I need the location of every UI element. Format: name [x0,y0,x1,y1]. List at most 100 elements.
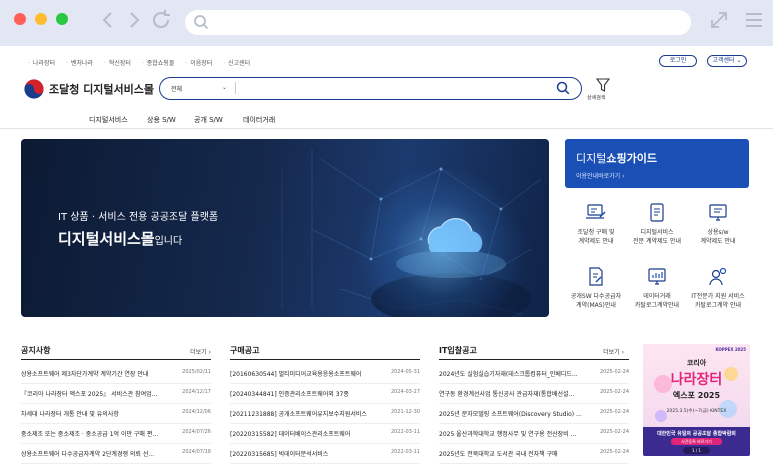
chevron-down-icon: ⌄ [736,57,742,64]
promo-pager[interactable]: 1 / 1 [683,447,710,454]
promo-badge: KOPPEX 2025 [715,347,746,352]
util-link-shopping[interactable]: 종합쇼핑몰 [142,60,175,67]
utility-bar: 나라장터 벤처나라 혁신장터 종합쇼핑몰 이음장터 신고센터 [0,46,773,74]
table-row[interactable]: 상용소프트웨어 다수공급자계약 2단계경쟁 의뢰 선... 2024/07/18 [21,444,211,464]
person-gear-icon [709,267,727,286]
row-title: [20220315582] 데이터베이스관리소프트웨어 [230,431,351,438]
filter-icon[interactable] [592,78,614,93]
shopping-guide-card[interactable]: 디지털쇼핑가이드 이용안내바로가기 › [565,139,749,188]
util-link-innovation[interactable]: 혁신장터 [104,60,131,67]
quick-link-open-sw-mas[interactable]: 공개SW 다수공급자 계약(MAS)안내 [565,266,627,310]
table-row[interactable]: 2024년도 실험실습기자재(데스크톱컴퓨터_인베디드... 2025-02-24 [439,364,629,384]
search-icon [194,15,209,30]
quick-link-purchase-guide[interactable]: 조달청 구매 및 계약제도 안내 [565,202,627,246]
minimize-window-button[interactable] [35,13,47,25]
row-title: 『코리아 나라장터 엑스포 2025』 서비스관 참여업... [21,391,158,398]
advanced-search-link[interactable]: 상세검색 [587,94,605,101]
hero-subtitle: IT 상품 · 서비스 전용 공공조달 플랫폼 [58,212,219,223]
row-title: 2025 울산과학대학교 행정사무 및 연구용 전산장비 ... [439,431,577,438]
row-title: 연구동 환경계선사업 통신공사 관급자재(통합배선설... [439,391,575,398]
row-title: [20211231888] 공개소프트웨어유지보수지원서비스 [230,411,367,418]
purchase-board-title: 구매공고 [230,346,260,355]
promo-headline-1: 코리아 [686,359,707,367]
util-link-venture[interactable]: 벤처나라 [66,60,93,67]
monitor-chart-icon [648,268,666,285]
quick-link-label: 데이터거래 카탈로그계약안내 [634,293,680,309]
row-date: 2025-02-24 [599,409,629,415]
table-row[interactable]: 2025 울산과학대학교 행정사무 및 연구용 전산장비 ... 2025-02-… [439,424,629,444]
guide-link-label: 이용안내바로가기 [576,173,621,180]
util-link-nara[interactable]: 나라장터 [28,60,55,67]
laptop-edit-icon [586,204,606,219]
table-row[interactable]: 『코리아 나라장터 엑스포 2025』 서비스관 참여업... 2024/12/1… [21,384,211,404]
promo-footer-1: 대한민국 유일의 공공조달 종합박람회 [657,431,736,437]
site-logo-text[interactable]: 조달청 디지털서비스몰 [49,81,154,97]
quick-link-commercial-sw-contract[interactable]: 상용s/w 계약제도 안내 [687,202,749,246]
search-box: 전체 ⌄ [159,77,582,100]
hero-banner[interactable]: IT 상품 · 서비스 전용 공공조달 플랫폼 디지털서비스몰입니다 [21,139,549,317]
address-bar[interactable] [185,10,691,35]
guide-title-light: 디지털 [576,152,607,165]
util-link-eum[interactable]: 이음장터 [185,60,212,67]
search-category-select[interactable]: 전체 [171,84,182,93]
quick-link-label: IT전문가 지원 서비스 카탈로그계약 안내 [691,293,745,309]
row-title: 중소제조 또는 중소제조 · 중소공급 1억 이만 구매 편... [21,431,159,438]
table-row[interactable]: [20220315582] 데이터베이스관리소프트웨어 2022-03-11 [230,424,420,444]
more-link-label: 더보기 [603,349,620,356]
guide-link[interactable]: 이용안내바로가기 › [576,171,625,180]
expo-promo-banner[interactable]: KOPPEX 2025 코리아 나라장터 엑스포 2025 2025.3.5(수… [643,344,750,456]
promo-headline-3: 엑스포 2025 [672,391,721,400]
quick-link-label: 상용s/w 계약제도 안내 [700,229,736,245]
forward-icon[interactable] [122,8,146,32]
nav-commercial-sw[interactable]: 상용 S/W [147,115,176,125]
expand-icon[interactable] [707,8,731,32]
row-title: [20220315685] 빅데이터분석서비스 [230,451,329,458]
table-row[interactable]: 연구동 환경계선사업 통신공사 관급자재(통합배선설... 2025-02-24 [439,384,629,404]
row-title: 차세대 나라장터 개통 안내 및 유의사항 [21,411,119,418]
close-window-button[interactable] [14,13,26,25]
customer-center-button[interactable]: 고객센터 ⌄ [707,55,747,67]
nav-open-sw[interactable]: 공개 S/W [194,115,223,125]
table-row[interactable]: [20220315685] 빅데이터분석서비스 2022-03-11 [230,444,420,464]
promo-register-button[interactable]: 사전등록 바로가기 [671,438,722,445]
table-row[interactable]: [20240344841] 인증관리소프트웨어외 37종 2024-03-27 [230,384,420,404]
hero-glow [351,169,531,317]
quick-link-digital-service-contract[interactable]: 디지털서비스 전문 계약제도 안내 [626,202,688,246]
purchase-board-header: 구매공고 [230,344,420,360]
menu-icon[interactable] [742,8,766,32]
table-row[interactable]: [20160630544] 멀티미디어교육용응용소프트웨어 2024-05-31 [230,364,420,384]
main-navigation: 디지털서비스 상용 S/W 공개 S/W 데이터거래 [0,111,773,129]
search-icon[interactable] [556,81,570,95]
util-link-report[interactable]: 신고센터 [223,60,250,67]
table-row[interactable]: 2025년도 전북대학교 도서관 국내 전자책 구매 2025-02-24 [439,444,629,464]
login-button[interactable]: 로그인 [659,55,697,67]
back-icon[interactable] [96,8,120,32]
notice-more-link[interactable]: 더보기 › [190,347,211,356]
it-bid-more-link[interactable]: 더보기 › [603,347,624,356]
quick-link-label: 공개SW 다수공급자 계약(MAS)안내 [570,293,622,309]
row-date: 2025-02-24 [599,389,629,395]
table-row[interactable]: 상용소프트웨어 제3자단가계약 계약기간 연장 안내 2025/02/11 [21,364,211,384]
chevron-right-icon: › [208,349,211,356]
row-date: 2025-02-24 [599,449,629,455]
nav-digital-service[interactable]: 디지털서비스 [89,115,128,125]
table-row[interactable]: 2025년 문자모델링 소프트웨어(Discovery Studio) ... 2… [439,404,629,424]
notice-board-header: 공지사항 더보기 › [21,344,211,360]
row-date: 2024/07/26 [182,429,211,435]
taegeuk-logo-icon[interactable] [23,78,45,100]
customer-center-label: 고객센터 [712,57,735,64]
table-row[interactable]: [20211231888] 공개소프트웨어유지보수지원서비스 2021-12-30 [230,404,420,424]
quick-link-it-expert-catalog[interactable]: IT전문가 지원 서비스 카탈로그계약 안내 [687,266,749,310]
maximize-window-button[interactable] [56,13,68,25]
row-date: 2024-03-27 [390,389,420,395]
table-row[interactable]: 중소제조 또는 중소제조 · 중소공급 1억 이만 구매 편... 2024/07… [21,424,211,444]
promo-dates: 2025.3.5(수)~7(금) KINTEX [666,409,727,414]
reload-icon[interactable] [149,8,173,32]
quick-link-label: 디지털서비스 전문 계약제도 안내 [633,229,681,245]
quick-link-data-trade-catalog[interactable]: 데이터거래 카탈로그계약안내 [626,266,688,310]
row-title: [20240344841] 인증관리소프트웨어외 37종 [230,391,349,398]
nav-data-trade[interactable]: 데이터거래 [243,115,275,125]
chevron-right-icon: › [622,173,625,180]
search-input[interactable] [240,81,540,95]
table-row[interactable]: 차세대 나라장터 개통 안내 및 유의사항 2024/12/06 [21,404,211,424]
